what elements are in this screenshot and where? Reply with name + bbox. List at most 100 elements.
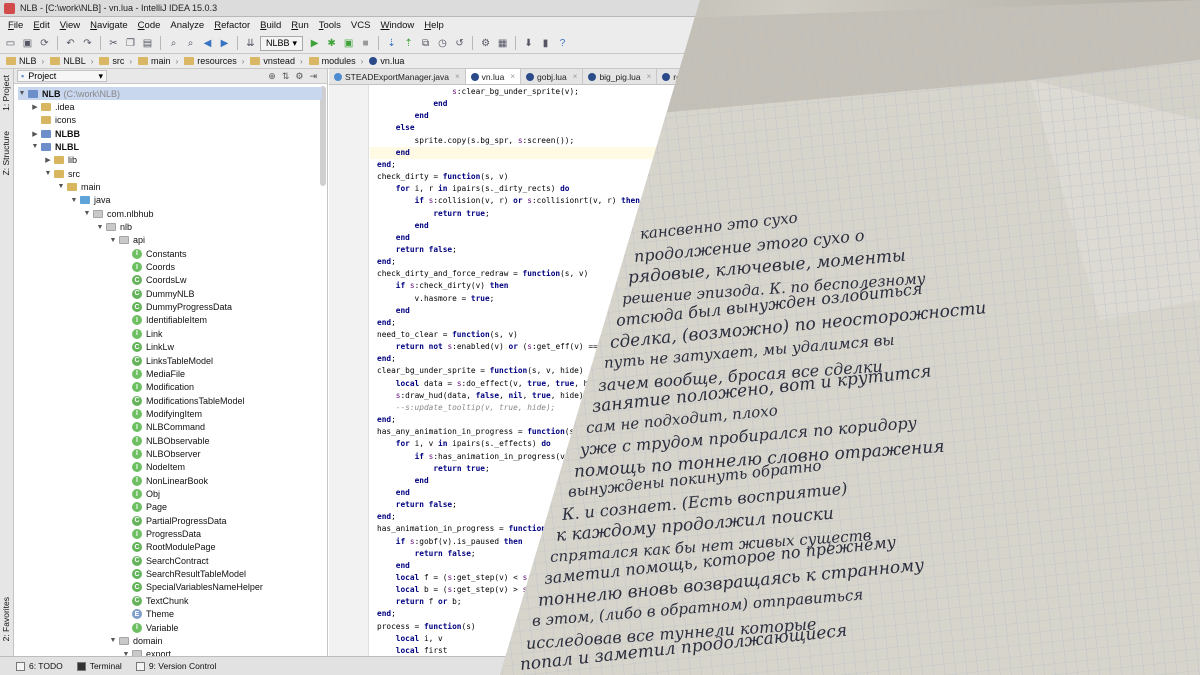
- find-icon[interactable]: ⌕: [166, 36, 181, 51]
- vcs-history-icon[interactable]: ◷: [435, 36, 450, 51]
- tree-node[interactable]: I Page: [122, 501, 167, 514]
- tree-node[interactable]: C SearchContract: [122, 554, 209, 567]
- code-line[interactable]: if s:collision(v, r) or s:collisionrt(v,…: [377, 195, 640, 207]
- code-line[interactable]: end: [377, 487, 410, 499]
- sync-icon[interactable]: ⟳: [37, 36, 52, 51]
- code-line[interactable]: end;: [377, 256, 396, 268]
- code-line[interactable]: return false;: [377, 499, 457, 511]
- menu-item[interactable]: Analyze: [165, 20, 209, 31]
- editor-tab[interactable]: big_pig.lua ×: [583, 69, 658, 84]
- debug-icon[interactable]: ✱: [324, 36, 339, 51]
- code-line[interactable]: end: [377, 475, 429, 487]
- expand-open-icon[interactable]: ▼: [96, 224, 104, 231]
- tree-node[interactable]: I NonLinearBook: [122, 474, 208, 487]
- editor-gutter[interactable]: [329, 85, 369, 656]
- code-line[interactable]: clear_bg_under_sprite = function(s, v, h…: [377, 365, 584, 377]
- menu-item[interactable]: View: [55, 20, 85, 31]
- expand-open-icon[interactable]: ▼: [83, 210, 91, 217]
- tree-node[interactable]: ▼ com.nlbhub: [83, 207, 154, 220]
- close-icon[interactable]: ×: [573, 72, 578, 81]
- hide-panel-icon[interactable]: ⇥: [309, 71, 317, 82]
- expand-closed-icon[interactable]: ▶: [31, 103, 39, 111]
- code-line[interactable]: end: [377, 98, 447, 110]
- expand-open-icon[interactable]: ▼: [109, 637, 117, 644]
- tree-node[interactable]: I Constants: [122, 247, 187, 260]
- tree-node[interactable]: E Theme: [122, 608, 174, 621]
- code-line[interactable]: local data = s:do_effect(v, true, true, …: [377, 378, 603, 390]
- tree-node[interactable]: ▶ NLBB: [31, 127, 80, 140]
- tree-node[interactable]: C TextChunk: [122, 594, 189, 607]
- tree-node[interactable]: I Coords: [122, 261, 175, 274]
- tree-node[interactable]: I NLBObserver: [122, 447, 201, 460]
- breadcrumb-item[interactable]: modules ›: [306, 56, 367, 66]
- copy-icon[interactable]: ❐: [123, 36, 138, 51]
- expand-open-icon[interactable]: ▼: [44, 170, 52, 177]
- menu-item[interactable]: Edit: [28, 20, 54, 31]
- code-line[interactable]: return false;: [377, 548, 476, 560]
- paste-icon[interactable]: ▤: [140, 36, 155, 51]
- redo-icon[interactable]: ↷: [80, 36, 95, 51]
- tree-node[interactable]: C ModificationsTableModel: [122, 394, 245, 407]
- tree-node[interactable]: I Modification: [122, 381, 194, 394]
- tree-node[interactable]: ▼ api: [109, 234, 145, 247]
- todo-tool-button[interactable]: 6: TODO: [16, 661, 63, 671]
- tree-node[interactable]: C RootModulePage: [122, 541, 216, 554]
- tree-node[interactable]: I NLBObservable: [122, 434, 210, 447]
- tree-node[interactable]: C DummyProgressData: [122, 301, 232, 314]
- menu-item[interactable]: VCS: [346, 20, 376, 31]
- tree-node[interactable]: C SearchResultTableModel: [122, 568, 246, 581]
- code-line[interactable]: --s:update_tooltip(v, true, hide);: [377, 402, 556, 414]
- code-line[interactable]: local b = (s:get_step(v) > s:: [377, 584, 532, 596]
- vcs-compare-icon[interactable]: ⧉: [418, 36, 433, 51]
- breadcrumb-item[interactable]: NLB ›: [3, 56, 47, 66]
- code-line[interactable]: s:clear_bg_under_sprite(v);: [377, 86, 579, 98]
- menu-item[interactable]: Build: [255, 20, 286, 31]
- code-line[interactable]: end;: [377, 317, 396, 329]
- tree-node[interactable]: ▼ export: [122, 648, 171, 656]
- tree-node[interactable]: ▼ java: [70, 194, 111, 207]
- code-line[interactable]: else: [377, 122, 415, 134]
- vcs-revert-icon[interactable]: ↺: [452, 36, 467, 51]
- breadcrumb-item[interactable]: main ›: [135, 56, 181, 66]
- forward-icon[interactable]: ▶: [217, 36, 232, 51]
- sdk-manager-icon[interactable]: ⬇: [521, 36, 536, 51]
- expand-closed-icon[interactable]: ▶: [44, 156, 52, 164]
- code-line[interactable]: end: [377, 232, 410, 244]
- make-project-icon[interactable]: ⇊: [243, 36, 258, 51]
- close-icon[interactable]: ×: [510, 72, 515, 81]
- code-line[interactable]: return not s:enabled(v) or (s:get_eff(v)…: [377, 341, 598, 353]
- editor-tab[interactable]: gobj.lua ×: [521, 69, 584, 84]
- settings-icon[interactable]: ⚙: [478, 36, 493, 51]
- editor-tab[interactable]: vn.lua ×: [465, 69, 521, 84]
- code-line[interactable]: check_dirty = function(s, v): [377, 171, 508, 183]
- tree-node[interactable]: ▼ NLBL: [31, 140, 79, 153]
- breadcrumb-item[interactable]: vnstead ›: [247, 56, 305, 66]
- breadcrumb-item[interactable]: src ›: [96, 56, 135, 66]
- tree-node[interactable]: ▶ .idea: [31, 100, 74, 113]
- tree-node[interactable]: I Obj: [122, 488, 160, 501]
- gear-icon[interactable]: ⚙: [295, 71, 303, 82]
- code-line[interactable]: for i, v in ipairs(s._effects) do: [377, 438, 551, 450]
- tree-node[interactable]: I NodeItem: [122, 461, 185, 474]
- project-view-select[interactable]: ▪ Project ▾: [17, 70, 107, 82]
- tree-node[interactable]: C PartialProgressData: [122, 514, 227, 527]
- vcs-update-icon[interactable]: ⇣: [384, 36, 399, 51]
- tree-node[interactable]: ▶ lib: [44, 154, 77, 167]
- code-line[interactable]: return f or b;: [377, 596, 462, 608]
- expand-open-icon[interactable]: ▼: [109, 237, 117, 244]
- code-line[interactable]: for i, r in ipairs(s._dirty_rects) do: [377, 183, 570, 195]
- code-line[interactable]: end: [377, 560, 410, 572]
- code-line[interactable]: end;: [377, 511, 396, 523]
- tree-node[interactable]: I NLBCommand: [122, 421, 205, 434]
- tree-node[interactable]: ▼ domain: [109, 634, 163, 647]
- tree-node[interactable]: I Variable: [122, 621, 178, 634]
- save-all-icon[interactable]: ▣: [20, 36, 35, 51]
- menu-item[interactable]: File: [3, 20, 28, 31]
- code-line[interactable]: local first: [377, 645, 448, 656]
- code-line[interactable]: if s:check_dirty(v) then: [377, 280, 509, 292]
- code-line[interactable]: end: [377, 220, 429, 232]
- stop-icon[interactable]: ■: [358, 36, 373, 51]
- code-line[interactable]: end;: [377, 159, 396, 171]
- coverage-icon[interactable]: ▣: [341, 36, 356, 51]
- tab-structure[interactable]: Z: Structure: [1, 131, 11, 175]
